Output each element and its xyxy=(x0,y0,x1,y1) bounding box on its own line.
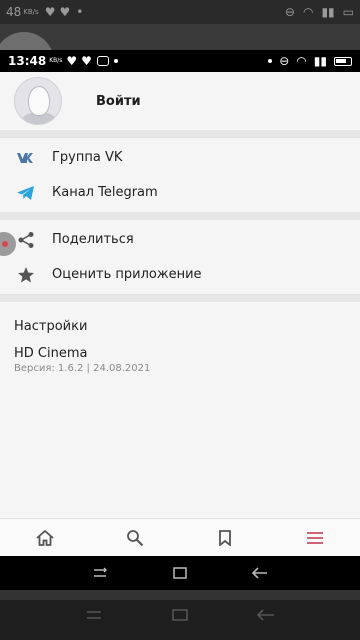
nav-search-button[interactable] xyxy=(115,523,155,553)
app-notification-icon xyxy=(96,56,109,66)
nav-bookmarks-button[interactable] xyxy=(205,523,245,553)
background-status-icons: ⊖ ◠ ▮▮ ▭ xyxy=(285,5,354,19)
background-heart-icon: ♥ xyxy=(44,5,56,19)
menu-item-label: Группа VK xyxy=(52,150,123,165)
bottom-navigation xyxy=(0,518,360,556)
background-battery-icon: ▭ xyxy=(342,5,354,19)
status-time: 13:48 xyxy=(8,54,47,68)
status-speed-unit: KB/s xyxy=(49,57,63,64)
background-status-time: 48 xyxy=(6,5,22,19)
menu-item-share[interactable]: Поделиться xyxy=(0,222,360,257)
background-blur xyxy=(0,24,360,50)
phone-screen: 48 KB/s ♥ ♥ • ⊖ ◠ ▮▮ ▭ 13:48 KB/s ♥ ♥ ⊖ … xyxy=(0,0,360,640)
dnd-icon: ⊖ xyxy=(279,54,290,68)
battery-icon xyxy=(334,56,352,66)
menu-item-label: Оценить приложение xyxy=(52,267,202,282)
background-dnd-icon: ⊖ xyxy=(284,5,295,19)
signal-icon: ▮▮ xyxy=(313,54,327,68)
background-wifi-icon: ◠ xyxy=(302,5,314,19)
background-back-icon xyxy=(257,606,275,625)
status-bar: 13:48 KB/s ♥ ♥ ⊖ ◠ ▮▮ xyxy=(0,50,360,72)
app-version: Версия: 1.6.2 | 24.08.2021 xyxy=(14,363,151,374)
background-speed-unit: KB/s xyxy=(23,7,39,16)
app-actions-section: Поделиться Оценить приложение xyxy=(0,220,360,294)
telegram-icon xyxy=(14,183,38,203)
recents-button[interactable] xyxy=(92,564,108,583)
status-icons: ⊖ ◠ ▮▮ xyxy=(268,54,352,68)
section-divider xyxy=(0,130,360,138)
recents-icon xyxy=(94,567,108,577)
background-status-bar: 48 KB/s ♥ ♥ • ⊖ ◠ ▮▮ ▭ xyxy=(0,0,360,24)
login-row[interactable]: Войти xyxy=(0,72,360,130)
menu-item-vk-group[interactable]: Группа VK xyxy=(0,140,360,175)
menu-item-label: Поделиться xyxy=(52,232,134,247)
wifi-icon: ◠ xyxy=(296,54,307,68)
background-heart-icon-2: ♥ xyxy=(59,5,71,19)
home-system-button[interactable] xyxy=(173,564,187,583)
nav-home-button[interactable] xyxy=(25,523,65,553)
background-recents-icon xyxy=(85,606,103,625)
back-button[interactable] xyxy=(251,564,268,583)
menu-item-label: Канал Telegram xyxy=(52,185,158,200)
settings-title[interactable]: Настройки xyxy=(14,310,346,342)
app-name: HD Cinema xyxy=(14,346,88,361)
avatar-mask-icon xyxy=(28,86,50,116)
alarm-dot-icon xyxy=(268,59,273,63)
search-icon xyxy=(127,529,144,546)
menu-icon xyxy=(307,531,323,544)
home-icon xyxy=(36,529,54,546)
heart-icon-2: ♥ xyxy=(81,54,92,68)
navigation-separator xyxy=(0,590,360,600)
record-dot-icon xyxy=(2,241,8,247)
share-icon xyxy=(14,230,38,250)
section-divider xyxy=(0,294,360,302)
heart-icon: ♥ xyxy=(66,54,78,68)
vk-icon xyxy=(14,148,38,168)
login-label[interactable]: Войти xyxy=(96,94,141,109)
settings-section: Настройки HD Cinema Версия: 1.6.2 | 24.0… xyxy=(0,302,360,375)
section-divider xyxy=(0,212,360,220)
app-menu-screen: Войти Группа VK Канал Telegram Поделитьс… xyxy=(0,72,360,518)
background-square-icon xyxy=(172,606,188,625)
user-avatar[interactable] xyxy=(14,77,62,125)
back-arrow-icon xyxy=(251,566,267,579)
social-links-section: Группа VK Канал Telegram xyxy=(0,138,360,212)
nav-menu-button[interactable] xyxy=(295,523,335,553)
menu-item-rate-app[interactable]: Оценить приложение xyxy=(0,257,360,292)
background-signal-icon: ▮▮ xyxy=(321,5,335,19)
star-icon xyxy=(14,265,38,285)
background-dot-icon: • xyxy=(76,5,84,19)
notification-dot-icon xyxy=(113,59,118,63)
menu-item-telegram-channel[interactable]: Канал Telegram xyxy=(0,175,360,210)
system-navigation-bar xyxy=(0,556,360,590)
bookmark-icon xyxy=(219,529,231,546)
square-home-icon xyxy=(173,566,187,579)
